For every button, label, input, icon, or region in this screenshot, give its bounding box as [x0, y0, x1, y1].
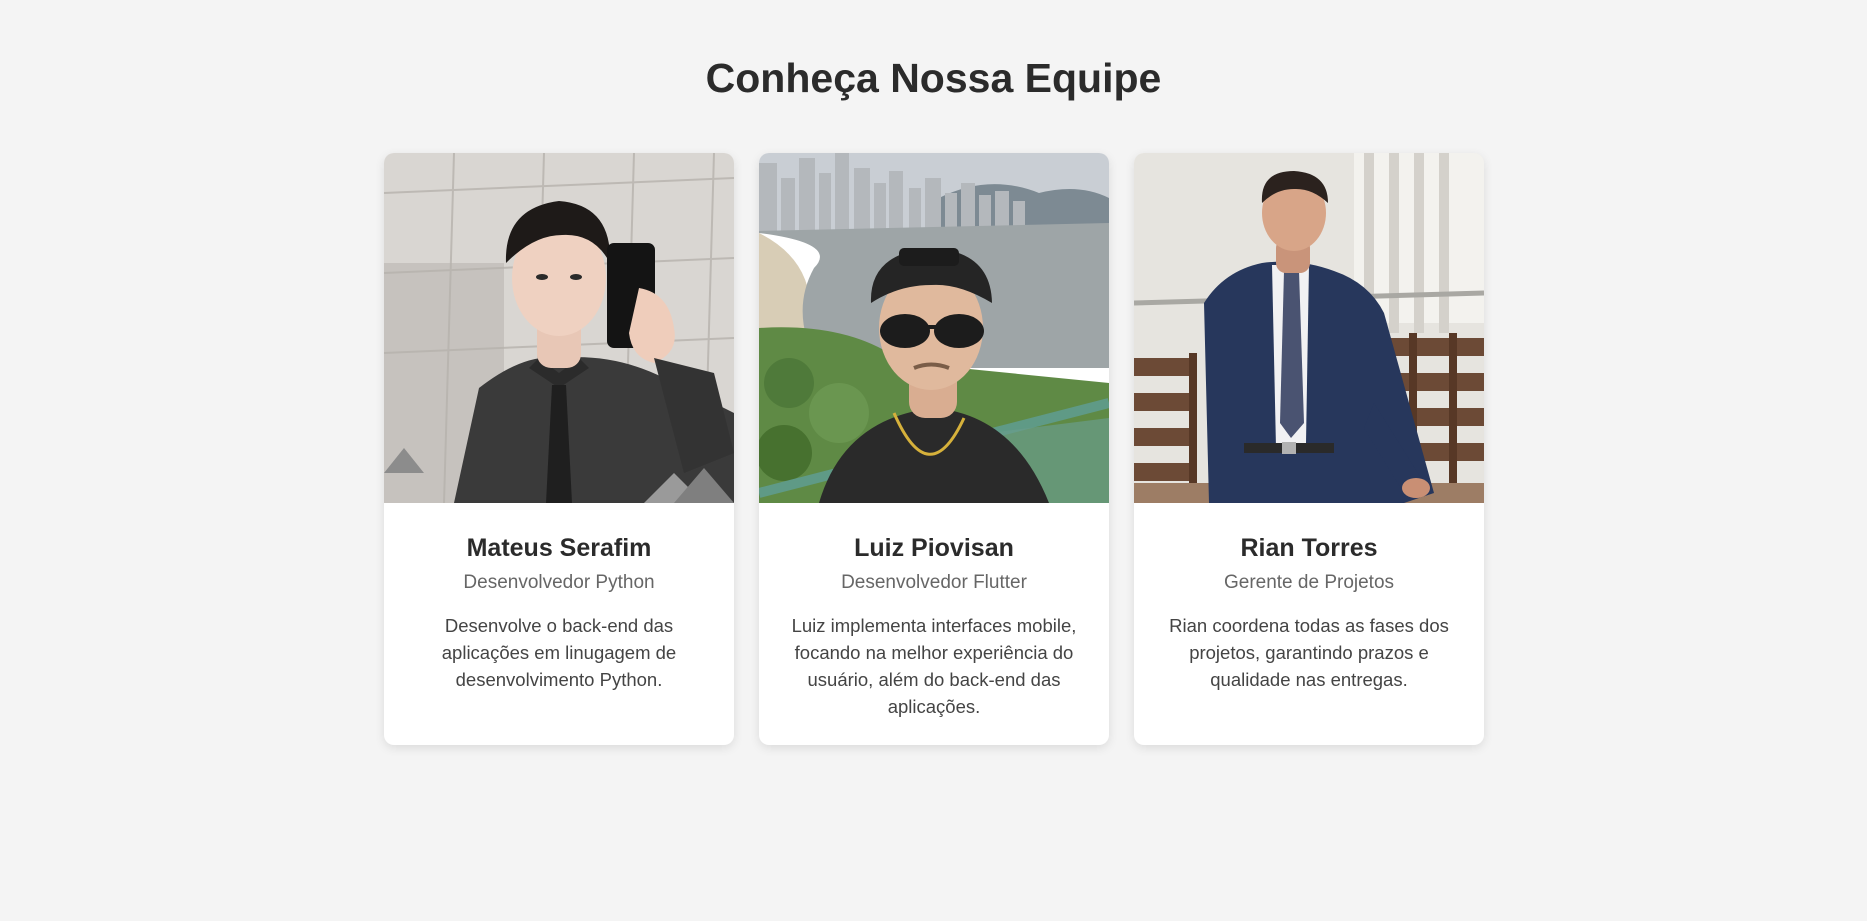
- member-description: Rian coordena todas as fases dos projeto…: [1169, 615, 1449, 690]
- card-body: Luiz Piovisan Desenvolvedor Flutter Luiz…: [759, 503, 1109, 720]
- team-grid: Mateus Serafim Desenvolvedor Python Dese…: [384, 153, 1484, 745]
- member-photo: [384, 153, 734, 503]
- member-name: Mateus Serafim: [466, 534, 652, 562]
- member-role: Gerente de Projetos: [1223, 572, 1395, 593]
- card-body: Rian Torres Gerente de Projetos Rian coo…: [1134, 503, 1484, 693]
- team-card-rian: Rian Torres Gerente de Projetos Rian coo…: [1134, 153, 1484, 745]
- member-photo: [759, 153, 1109, 503]
- member-name: Luiz Piovisan: [854, 534, 1014, 562]
- member-name: Rian Torres: [1240, 534, 1378, 562]
- member-role: Desenvolvedor Python: [463, 572, 655, 593]
- team-card-luiz: Luiz Piovisan Desenvolvedor Flutter Luiz…: [759, 153, 1109, 745]
- card-body: Mateus Serafim Desenvolvedor Python Dese…: [384, 503, 734, 693]
- portrait-photo-icon: [759, 153, 1109, 503]
- portrait-photo-icon: [1134, 153, 1484, 503]
- member-photo: [1134, 153, 1484, 503]
- member-role: Desenvolvedor Flutter: [841, 572, 1027, 593]
- page-title: Conheça Nossa Equipe: [705, 55, 1162, 101]
- portrait-photo-icon: [384, 153, 734, 503]
- member-description: Luiz implementa interfaces mobile, focan…: [791, 615, 1077, 717]
- team-page: Conheça Nossa Equipe Mateus Serafim Dese…: [0, 0, 1867, 921]
- team-card-mateus: Mateus Serafim Desenvolvedor Python Dese…: [384, 153, 734, 745]
- member-description: Desenvolve o back-end das aplicações em …: [441, 615, 677, 690]
